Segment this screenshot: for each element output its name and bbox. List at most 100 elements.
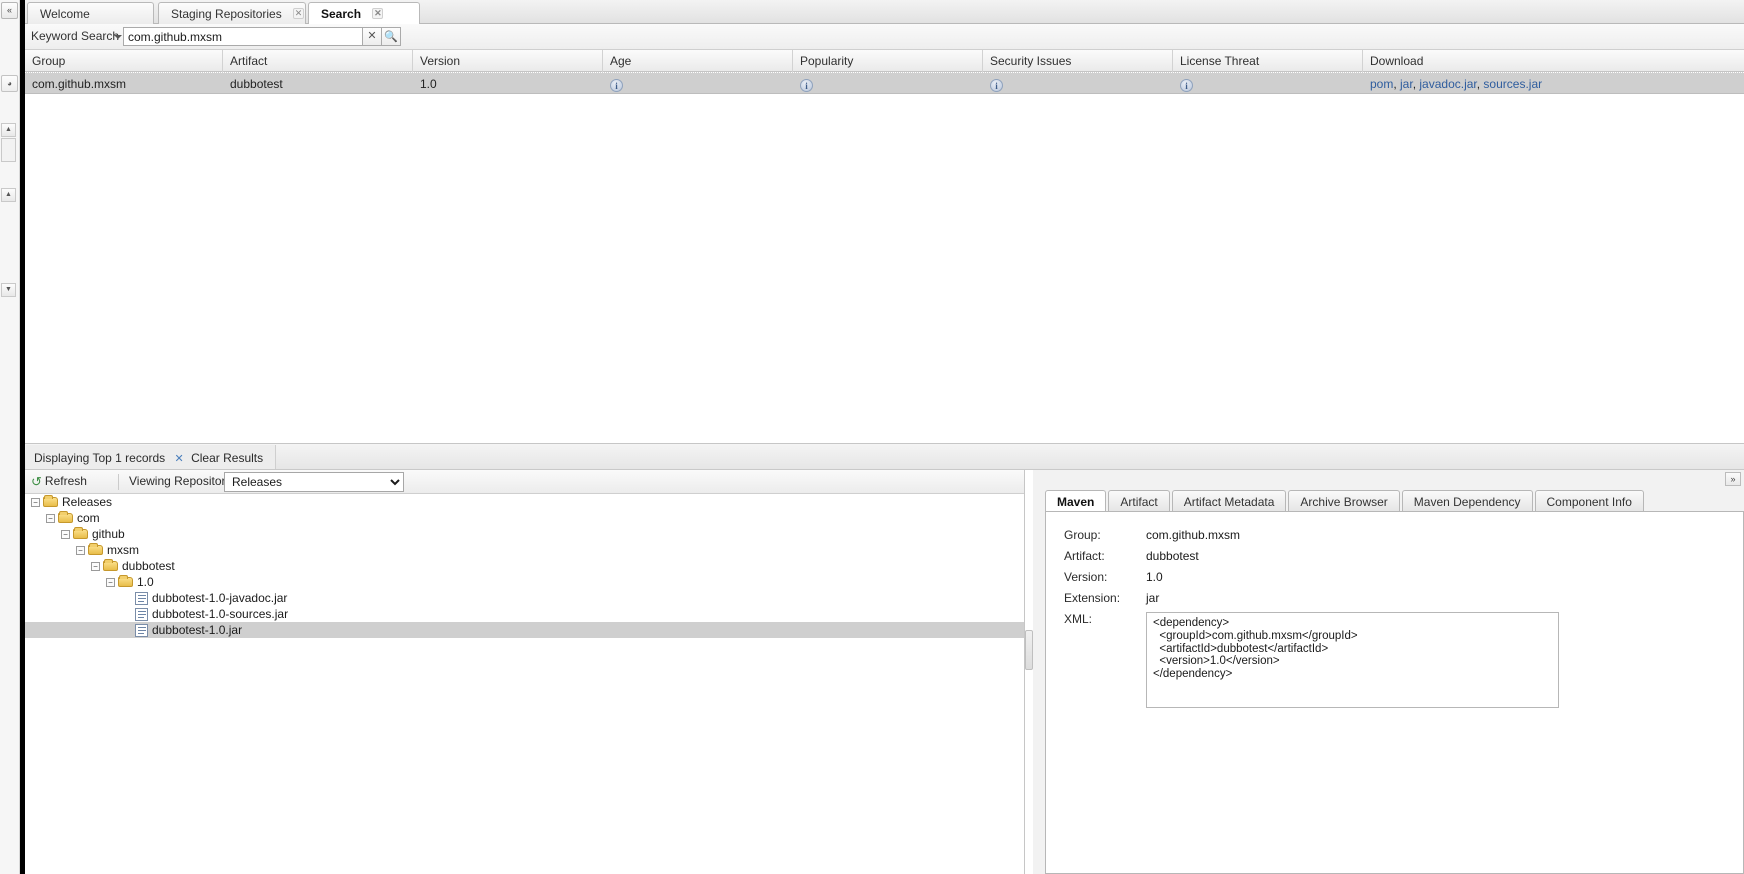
clear-search-icon[interactable]: ✕ xyxy=(363,27,382,46)
cell-download: pom, jar, javadoc.jar, sources.jar xyxy=(1370,77,1543,91)
tree-node-sources-jar[interactable]: dubbotest-1.0-sources.jar xyxy=(25,606,1024,622)
field-value-group: com.github.mxsm xyxy=(1146,528,1241,542)
cell-artifact: dubbotest xyxy=(230,77,283,91)
refresh-label: Refresh xyxy=(44,474,87,488)
refresh-button[interactable]: ↺ Refresh xyxy=(31,473,87,489)
field-value-version: 1.0 xyxy=(1146,570,1163,584)
column-header-group[interactable]: Group xyxy=(25,50,223,72)
gutter-scroll-thumb[interactable] xyxy=(1,138,16,162)
tab-staging-repositories-label: Staging Repositories xyxy=(171,7,282,21)
cell-version: 1.0 xyxy=(420,77,437,91)
tab-maven-dependency[interactable]: Maven Dependency xyxy=(1401,490,1533,511)
tab-maven[interactable]: Maven xyxy=(1045,490,1107,512)
tree-node-version-1-0[interactable]: − 1.0 xyxy=(25,574,1024,590)
tree-node-javadoc-jar[interactable]: dubbotest-1.0-javadoc.jar xyxy=(25,590,1024,606)
tree-node-mxsm[interactable]: − mxsm xyxy=(25,542,1024,558)
gutter-toggle-icon[interactable]: ◕ xyxy=(1,75,18,92)
info-icon[interactable]: i xyxy=(800,79,813,92)
close-icon[interactable]: ✕ xyxy=(293,8,305,19)
search-mode-label[interactable]: Keyword Search xyxy=(31,29,119,43)
tab-component-info[interactable]: Component Info xyxy=(1534,490,1644,511)
collapse-toggle-icon[interactable]: − xyxy=(106,578,115,587)
tree-toolbar: ↺ Refresh Viewing Repository: Releases xyxy=(25,470,1024,494)
cell-popularity: i xyxy=(793,73,983,94)
column-header-download[interactable]: Download xyxy=(1363,50,1744,72)
tree-node-com[interactable]: − com xyxy=(25,510,1024,526)
status-chip: Displaying Top 1 records ✕ Clear Results xyxy=(26,445,277,469)
artifact-detail-pane: » Maven Artifact Artifact Metadata Archi… xyxy=(1033,470,1744,874)
column-header-popularity[interactable]: Popularity xyxy=(793,50,983,72)
application-window: « ◕ ▲ ▲ ▼ Welcome Staging Repositories ✕… xyxy=(0,0,1744,874)
xml-snippet[interactable]: <dependency> <groupId>com.github.mxsm</g… xyxy=(1146,612,1559,708)
gutter-scroll-down-icon[interactable]: ▼ xyxy=(1,283,16,297)
info-icon[interactable]: i xyxy=(990,79,1003,92)
info-icon[interactable]: i xyxy=(1180,79,1193,92)
pane-splitter-handle[interactable] xyxy=(1025,630,1033,670)
tree-node-label: dubbotest-1.0-sources.jar xyxy=(152,607,289,621)
tab-maven-dependency-label: Maven Dependency xyxy=(1413,495,1521,509)
tab-archive-browser[interactable]: Archive Browser xyxy=(1288,490,1400,511)
search-input[interactable] xyxy=(123,27,363,46)
results-status-bar: Displaying Top 1 records ✕ Clear Results xyxy=(25,444,1744,470)
tab-search[interactable]: Search ✕ xyxy=(308,2,420,25)
collapse-panel-icon[interactable]: « xyxy=(1,2,18,19)
download-link-pom[interactable]: pom xyxy=(1370,77,1393,91)
column-header-artifact[interactable]: Artifact xyxy=(223,50,413,72)
column-header-license-threat[interactable]: License Threat xyxy=(1173,50,1363,72)
download-link-jar[interactable]: jar xyxy=(1400,77,1413,91)
tab-artifact-metadata[interactable]: Artifact Metadata xyxy=(1171,490,1287,511)
tab-staging-repositories[interactable]: Staging Repositories ✕ xyxy=(158,2,306,24)
collapse-toggle-icon[interactable]: − xyxy=(46,514,55,523)
refresh-icon: ↺ xyxy=(31,474,42,489)
tree-node-releases[interactable]: − Releases xyxy=(25,494,1024,510)
collapse-toggle-icon[interactable]: − xyxy=(91,562,100,571)
expand-panel-icon[interactable]: » xyxy=(1725,472,1741,486)
cell-group: com.github.mxsm xyxy=(32,77,127,91)
tab-artifact[interactable]: Artifact xyxy=(1108,490,1170,511)
repository-select[interactable]: Releases xyxy=(224,472,404,492)
collapse-toggle-icon[interactable]: − xyxy=(31,498,40,507)
magnifier-icon[interactable]: 🔍 xyxy=(382,27,401,46)
field-label-xml: XML: xyxy=(1064,612,1093,626)
repository-tree: − Releases − com − github − mxsm − dubbotest … xyxy=(25,494,1024,874)
gutter-scroll-up-icon-2[interactable]: ▲ xyxy=(1,188,16,202)
grid-header-row: Group Artifact Version Age Popularity Se… xyxy=(25,50,1744,72)
tree-node-label: 1.0 xyxy=(137,575,154,589)
download-link-javadoc-jar[interactable]: javadoc.jar xyxy=(1419,77,1476,91)
download-link-sources-jar[interactable]: sources.jar xyxy=(1483,77,1542,91)
tree-node-label: dubbotest xyxy=(122,559,175,573)
tab-artifact-label: Artifact xyxy=(1120,495,1158,509)
tree-node-dubbotest[interactable]: − dubbotest xyxy=(25,558,1024,574)
cell-license-threat: i xyxy=(1173,73,1363,94)
repository-tree-pane: ↺ Refresh Viewing Repository: Releases − R… xyxy=(25,470,1025,874)
tab-welcome[interactable]: Welcome xyxy=(27,2,154,24)
table-row[interactable]: com.github.mxsm dubbotest 1.0 i i i i po… xyxy=(25,72,1744,94)
close-icon[interactable]: ✕ xyxy=(372,8,384,19)
info-icon[interactable]: i xyxy=(610,79,623,92)
cell-age: i xyxy=(603,73,793,94)
tree-node-label: dubbotest-1.0-javadoc.jar xyxy=(152,591,288,605)
gutter-scroll-up-icon[interactable]: ▲ xyxy=(1,123,16,137)
maven-detail-body: Group: com.github.mxsm Artifact: dubbote… xyxy=(1045,511,1744,874)
collapse-toggle-icon[interactable]: − xyxy=(61,530,70,539)
tree-node-github[interactable]: − github xyxy=(25,526,1024,542)
cell-security-issues: i xyxy=(983,73,1173,94)
tree-node-label: Releases xyxy=(62,495,113,509)
column-header-version[interactable]: Version xyxy=(413,50,603,72)
toolbar-divider xyxy=(118,474,119,490)
tree-node-label: dubbotest-1.0.jar xyxy=(152,623,243,637)
close-icon[interactable]: ✕ xyxy=(175,453,184,465)
column-header-age[interactable]: Age xyxy=(603,50,793,72)
lower-split-area: ↺ Refresh Viewing Repository: Releases − R… xyxy=(25,470,1744,874)
column-header-security-issues[interactable]: Security Issues xyxy=(983,50,1173,72)
chevron-down-icon[interactable] xyxy=(114,35,122,39)
tab-archive-browser-label: Archive Browser xyxy=(1300,495,1388,509)
field-label-artifact: Artifact: xyxy=(1064,549,1105,563)
collapse-toggle-icon[interactable]: − xyxy=(76,546,85,555)
folder-icon xyxy=(118,575,133,588)
clear-results-button[interactable]: Clear Results xyxy=(191,451,263,465)
search-toolbar: Keyword Search ✕ 🔍 xyxy=(25,24,1744,50)
detail-tabstrip: Maven Artifact Artifact Metadata Archive… xyxy=(1045,490,1744,512)
tree-node-label: github xyxy=(92,527,125,541)
tree-node-dubbotest-jar[interactable]: dubbotest-1.0.jar xyxy=(25,622,1024,638)
